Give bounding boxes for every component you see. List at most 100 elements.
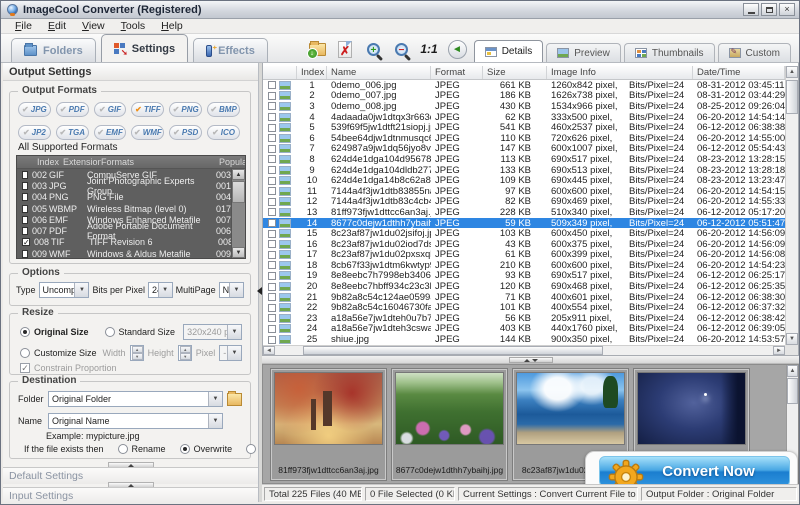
row-checkbox[interactable]	[268, 261, 276, 269]
column-header-popularity[interactable]: Popularity	[219, 157, 245, 167]
tab-effects[interactable]: Effects	[193, 38, 268, 62]
constrain-proportion-checkbox[interactable]: ✓	[20, 363, 30, 373]
format-button-ico[interactable]: ✔ICO	[207, 125, 240, 140]
row-checkbox[interactable]	[268, 198, 276, 206]
row-checkbox[interactable]	[268, 208, 276, 216]
type-select[interactable]: Uncompressed RGB▼	[39, 282, 90, 298]
file-row[interactable]: 5539f69f5jw1dtft21siopj.jpgJPEG541 KB460…	[263, 122, 785, 133]
file-row[interactable]: 9624d4e1dga104dldb2775&69...JPEG133 KB69…	[263, 165, 785, 176]
tab-details[interactable]: Details	[474, 40, 544, 62]
file-row[interactable]: 208e8eebc7hbff934c23c3b&690...JPEG120 KB…	[263, 281, 785, 292]
row-checkbox[interactable]	[268, 92, 276, 100]
scroll-down-icon[interactable]: ▼	[232, 247, 245, 258]
file-row[interactable]: 198e8eebc7h7998eb340619&69...JPEG93 KB69…	[263, 271, 785, 282]
file-list-vscrollbar[interactable]: ▲ ▼	[785, 66, 798, 345]
scroll-up-icon[interactable]: ▲	[786, 66, 798, 78]
row-checkbox[interactable]	[268, 113, 276, 121]
scroll-thumb[interactable]	[232, 181, 245, 203]
pixel-select[interactable]: -▼	[219, 345, 242, 361]
file-row[interactable]: 178c23af87jw1du02pxsxqbj.jpgJPEG61 KB600…	[263, 250, 785, 261]
row-checkbox[interactable]	[268, 187, 276, 195]
file-row[interactable]: 117144a4f3jw1dtb83855naj.jpgJPEG97 KB600…	[263, 186, 785, 197]
exists-rename-radio[interactable]	[118, 444, 128, 454]
file-row[interactable]: 25shiue.jpgJPEG144 KB900x350 pixel,Bits/…	[263, 334, 785, 345]
menu-view[interactable]: View	[74, 20, 113, 32]
scroll-thumb[interactable]	[787, 378, 798, 404]
format-row[interactable]: 003JPGJoint Photographic Experts Group00…	[17, 180, 231, 191]
zoom-out-button[interactable]: −	[390, 38, 412, 60]
tab-settings[interactable]: Settings	[101, 34, 188, 62]
file-row[interactable]: 127144a4f3jw1dtb83c4cb4j.jpgJPEG82 KB690…	[263, 197, 785, 208]
row-checkbox[interactable]	[268, 293, 276, 301]
horizontal-splitter[interactable]	[262, 356, 799, 364]
tab-folders[interactable]: Folders	[11, 38, 96, 62]
format-button-jpg[interactable]: ✔JPG	[18, 102, 51, 117]
file-list-hscrollbar[interactable]: ◄ ►	[263, 345, 785, 355]
formats-table-scrollbar[interactable]: ▲ ▼	[231, 169, 245, 258]
file-row[interactable]: 219b82a8c54c124ae0599ae&96...JPEG71 KB40…	[263, 292, 785, 303]
column-header-Image Info[interactable]: Image Info	[547, 66, 693, 79]
file-row[interactable]: 10624d4e1dga14b8c62a8b0&69...JPEG109 KB6…	[263, 175, 785, 186]
scroll-up-icon[interactable]: ▲	[787, 365, 798, 377]
customize-size-radio[interactable]	[20, 348, 30, 358]
file-row[interactable]: 23a18a56e7jw1dteh0u7b7mj.jpgJPEG56 KB205…	[263, 313, 785, 324]
column-header-Name[interactable]: Name	[327, 66, 431, 79]
zoom-in-button[interactable]: +	[362, 38, 384, 60]
width-stepper[interactable]: -▲▼	[130, 345, 144, 361]
row-checkbox[interactable]	[268, 314, 276, 322]
scroll-up-icon[interactable]: ▲	[232, 169, 245, 180]
title-bar[interactable]: ImageCool Converter (Registered) ×	[1, 1, 799, 19]
standard-size-select[interactable]: 320x240 pixel▼	[183, 324, 242, 340]
scroll-thumb[interactable]	[786, 80, 798, 114]
tab-thumbnails[interactable]: Thumbnails	[624, 43, 715, 62]
add-files-button[interactable]	[306, 38, 328, 60]
format-row[interactable]: 004PNGPNG File004	[17, 192, 231, 203]
column-header-Size[interactable]: Size	[483, 66, 547, 79]
column-header-Index[interactable]: Index	[297, 66, 327, 79]
convert-now-button[interactable]: Convert Now	[599, 456, 790, 487]
file-row[interactable]: 44adaada0jw1dtqx3r663dj.jpgJPEG62 KB333x…	[263, 112, 785, 123]
browse-folder-icon[interactable]	[227, 393, 242, 406]
row-checkbox[interactable]	[268, 177, 276, 185]
row-checkbox[interactable]	[268, 251, 276, 259]
file-row[interactable]: 148677c0dejw1dthh7ybaihj.jpgJPEG59 KB509…	[263, 218, 785, 229]
scroll-left-icon[interactable]: ◄	[263, 346, 275, 355]
file-row[interactable]: 168c23af87jw1du02iod7dsj.jpgJPEG43 KB600…	[263, 239, 785, 250]
row-checkbox[interactable]	[268, 134, 276, 142]
row-checkbox[interactable]	[268, 272, 276, 280]
tab-custom[interactable]: Custom	[718, 43, 791, 62]
column-header-select[interactable]	[263, 66, 297, 79]
row-checkbox[interactable]	[268, 166, 276, 174]
column-header-formats[interactable]: Formats	[101, 157, 219, 167]
format-button-tga[interactable]: ✔TGA	[56, 125, 89, 140]
minimize-button[interactable]	[743, 3, 759, 16]
column-header-index[interactable]: Index	[37, 157, 63, 167]
row-checkbox[interactable]	[268, 230, 276, 238]
file-row[interactable]: 10demo_006.jpgJPEG661 KB1260x842 pixel,B…	[263, 80, 785, 91]
bits-per-pixel-select[interactable]: 24▼	[148, 282, 173, 298]
row-checkbox[interactable]	[268, 283, 276, 291]
file-row[interactable]: 24a18a56e7jw1dteh3cswagj.jpgJPEG403 KB44…	[263, 324, 785, 335]
thumbnail-item[interactable]: 81ff973fjw1dttcc6an3aj.jpg	[270, 368, 387, 481]
file-row[interactable]: 158c23af87jw1du02jsifoj.jpgJPEG103 KB600…	[263, 228, 785, 239]
splitter-grip[interactable]	[509, 357, 553, 363]
format-row[interactable]: 007PDFAdobe Portable Document Format006	[17, 225, 231, 236]
format-button-emf[interactable]: ✔EMF	[94, 125, 127, 140]
row-checkbox[interactable]	[268, 81, 276, 89]
menu-help[interactable]: Help	[153, 20, 191, 32]
format-button-psd[interactable]: ✔PSD	[169, 125, 202, 140]
destination-folder-select[interactable]: Original Folder▼	[48, 391, 223, 407]
format-row[interactable]: ✓008TIFTIFF Revision 6008	[17, 237, 231, 248]
scroll-down-icon[interactable]: ▼	[786, 333, 798, 345]
format-button-gif[interactable]: ✔GIF	[94, 102, 127, 117]
file-row[interactable]: 30demo_008.jpgJPEG430 KB1534x966 pixel,B…	[263, 101, 785, 112]
close-button[interactable]: ×	[779, 3, 795, 16]
row-checkbox[interactable]	[268, 325, 276, 333]
file-row[interactable]: 188cb67f33jw1dtm6kwtyp9j.jpgJPEG210 KB60…	[263, 260, 785, 271]
file-row[interactable]: 20demo_007.jpgJPEG186 KB1626x738 pixel,B…	[263, 91, 785, 102]
destination-name-select[interactable]: Original Name▼	[48, 413, 223, 429]
scroll-right-icon[interactable]: ►	[773, 346, 785, 355]
menu-file[interactable]: File	[7, 20, 40, 32]
tab-preview[interactable]: Preview	[546, 43, 621, 62]
row-checkbox[interactable]	[268, 240, 276, 248]
